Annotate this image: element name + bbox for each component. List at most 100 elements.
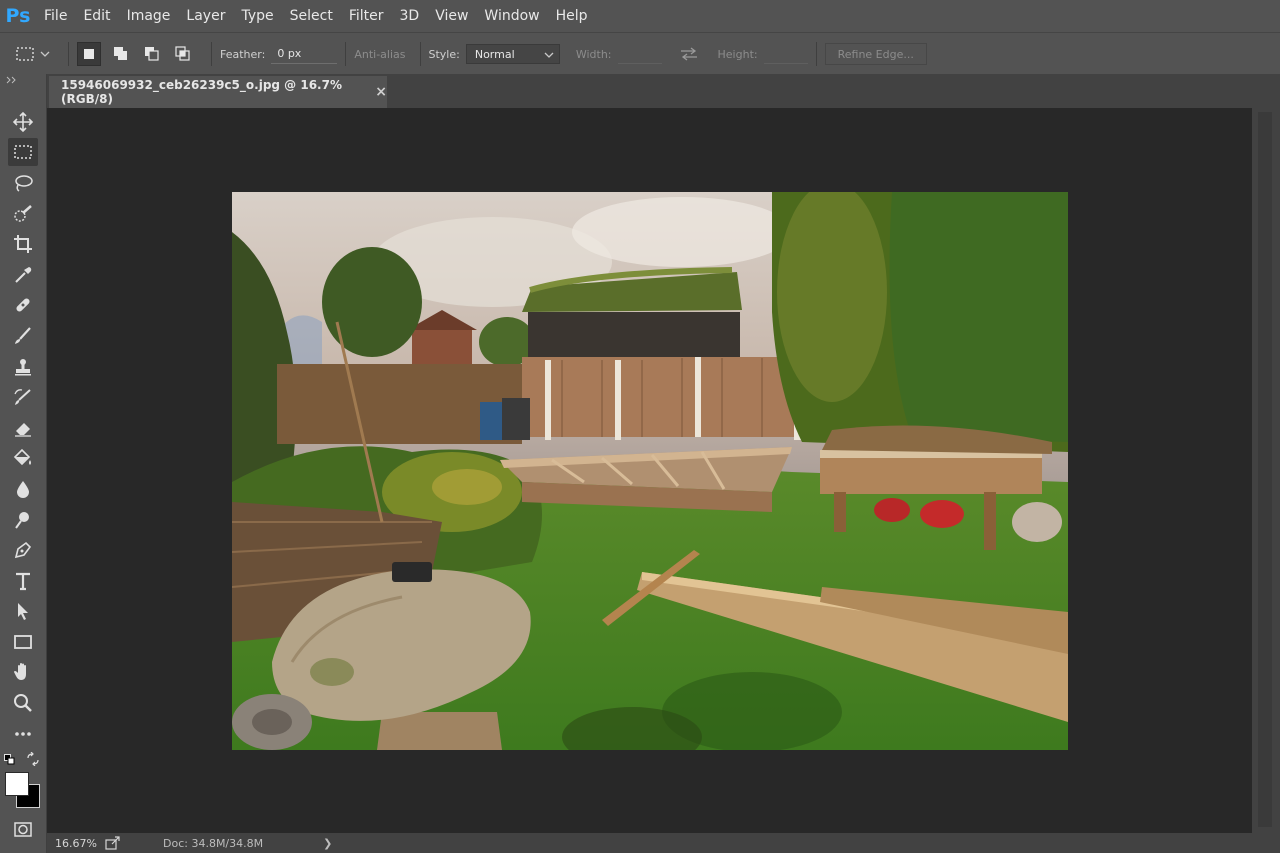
intersect-selection-icon bbox=[175, 46, 190, 61]
quick-mask-button[interactable] bbox=[8, 816, 38, 844]
history-brush-icon bbox=[14, 389, 31, 405]
rectangular-marquee-icon bbox=[14, 145, 32, 159]
rectangular-marquee-tool[interactable] bbox=[8, 138, 38, 166]
divider bbox=[419, 42, 421, 66]
photoshop-logo: Ps bbox=[5, 5, 31, 27]
divider bbox=[211, 42, 212, 66]
document-size-info: Doc: 34.8M/34.8M bbox=[163, 836, 264, 850]
menu-window[interactable]: Window bbox=[476, 0, 547, 32]
blur-icon bbox=[17, 481, 29, 498]
hand-tool[interactable] bbox=[8, 658, 38, 686]
quick-selection-tool[interactable] bbox=[8, 200, 38, 228]
dodge-tool[interactable] bbox=[8, 506, 38, 534]
feather-input[interactable]: 0 px bbox=[271, 45, 338, 64]
default-colors-icon[interactable] bbox=[4, 754, 16, 766]
menu-filter[interactable]: Filter bbox=[341, 0, 392, 32]
brush-tool[interactable] bbox=[8, 322, 38, 350]
document-tab-bar: 15946069932_ceb26239c5_o.jpg @ 16.7% (RG… bbox=[47, 74, 1280, 108]
eyedropper-tool[interactable] bbox=[8, 261, 38, 289]
swap-colors-icon[interactable] bbox=[26, 752, 40, 766]
subtract-from-selection-button[interactable] bbox=[141, 43, 163, 65]
dodge-icon bbox=[15, 512, 29, 529]
close-tab-icon[interactable]: × bbox=[375, 84, 387, 100]
quick-selection-icon bbox=[14, 205, 32, 222]
height-input[interactable] bbox=[763, 45, 808, 64]
new-selection-button[interactable] bbox=[77, 42, 101, 66]
style-label: Style: bbox=[428, 47, 460, 61]
clone-stamp-tool[interactable] bbox=[8, 353, 38, 381]
feather-label: Feather: bbox=[220, 47, 266, 61]
tool-preset-picker[interactable] bbox=[14, 39, 60, 69]
new-selection-icon bbox=[84, 49, 94, 59]
clone-stamp-icon bbox=[15, 359, 31, 376]
menu-file[interactable]: File bbox=[36, 0, 75, 32]
path-selection-tool[interactable] bbox=[8, 597, 38, 625]
chevron-down-icon bbox=[40, 51, 50, 57]
menu-bar: Ps File Edit Image Layer Type Select Fil… bbox=[0, 0, 1280, 32]
zoom-icon bbox=[14, 694, 32, 712]
edit-toolbar-button[interactable] bbox=[8, 720, 38, 748]
path-selection-icon bbox=[18, 603, 28, 620]
pen-icon bbox=[14, 541, 32, 559]
add-selection-icon bbox=[114, 47, 127, 60]
garden-photo[interactable] bbox=[232, 192, 1068, 750]
menu-layer[interactable]: Layer bbox=[178, 0, 233, 32]
share-export-icon[interactable] bbox=[105, 836, 121, 850]
more-tools-icon bbox=[15, 732, 31, 736]
move-tool[interactable] bbox=[8, 108, 38, 136]
swap-width-height-icon[interactable] bbox=[678, 46, 700, 62]
anti-alias-checkbox[interactable]: Anti-alias bbox=[354, 48, 405, 61]
lasso-icon bbox=[15, 175, 33, 192]
style-select-value: Normal bbox=[474, 48, 515, 61]
menu-3d[interactable]: 3D bbox=[392, 0, 428, 32]
history-brush-tool[interactable] bbox=[8, 383, 38, 411]
healing-brush-icon bbox=[16, 298, 30, 312]
eraser-tool[interactable] bbox=[8, 414, 38, 442]
eraser-icon bbox=[15, 423, 31, 437]
lasso-tool[interactable] bbox=[8, 169, 38, 197]
pen-tool[interactable] bbox=[8, 536, 38, 564]
tools-panel bbox=[0, 74, 47, 853]
eyedropper-icon bbox=[15, 267, 32, 283]
blur-tool[interactable] bbox=[8, 475, 38, 503]
foreground-color-swatch[interactable] bbox=[5, 772, 29, 796]
crop-icon bbox=[14, 235, 32, 253]
menu-view[interactable]: View bbox=[427, 0, 476, 32]
style-select[interactable]: Normal bbox=[465, 44, 560, 64]
width-input[interactable] bbox=[617, 45, 662, 64]
menu-image[interactable]: Image bbox=[119, 0, 179, 32]
intersect-selection-button[interactable] bbox=[172, 43, 194, 65]
divider bbox=[345, 42, 347, 66]
add-to-selection-button[interactable] bbox=[110, 43, 132, 65]
type-tool[interactable] bbox=[8, 567, 38, 595]
menu-type[interactable]: Type bbox=[233, 0, 281, 32]
brush-icon bbox=[15, 327, 31, 344]
options-bar: Feather: 0 px Anti-alias Style: Normal W… bbox=[0, 32, 1280, 76]
subtract-selection-icon bbox=[145, 47, 159, 61]
collapse-panel-icon[interactable] bbox=[6, 76, 20, 84]
status-bar: 16.67% Doc: 34.8M/34.8M ❯ bbox=[47, 833, 1280, 853]
quick-mask-icon bbox=[14, 822, 32, 837]
height-label: Height: bbox=[717, 47, 758, 61]
status-menu-arrow[interactable]: ❯ bbox=[323, 837, 332, 850]
rectangle-tool[interactable] bbox=[8, 628, 38, 656]
menu-help[interactable]: Help bbox=[548, 0, 596, 32]
zoom-level[interactable]: 16.67% bbox=[47, 837, 105, 850]
width-label: Width: bbox=[575, 47, 612, 61]
menu-select[interactable]: Select bbox=[282, 0, 341, 32]
paint-bucket-icon bbox=[13, 448, 31, 466]
rectangular-marquee-preset-icon bbox=[16, 47, 34, 61]
document-tab-title: 15946069932_ceb26239c5_o.jpg @ 16.7% (RG… bbox=[61, 78, 342, 106]
healing-brush-tool[interactable] bbox=[8, 291, 38, 319]
crop-tool[interactable] bbox=[8, 230, 38, 258]
refine-edge-button[interactable]: Refine Edge... bbox=[824, 43, 927, 65]
type-icon bbox=[16, 572, 30, 591]
divider bbox=[815, 42, 817, 66]
hand-icon bbox=[14, 663, 26, 680]
move-tool-icon bbox=[12, 111, 34, 133]
document-tab[interactable]: 15946069932_ceb26239c5_o.jpg @ 16.7% (RG… bbox=[49, 76, 387, 108]
scrollbar-thumb[interactable] bbox=[1258, 112, 1272, 827]
zoom-tool[interactable] bbox=[8, 689, 38, 717]
paint-bucket-tool[interactable] bbox=[8, 444, 38, 472]
menu-edit[interactable]: Edit bbox=[75, 0, 118, 32]
